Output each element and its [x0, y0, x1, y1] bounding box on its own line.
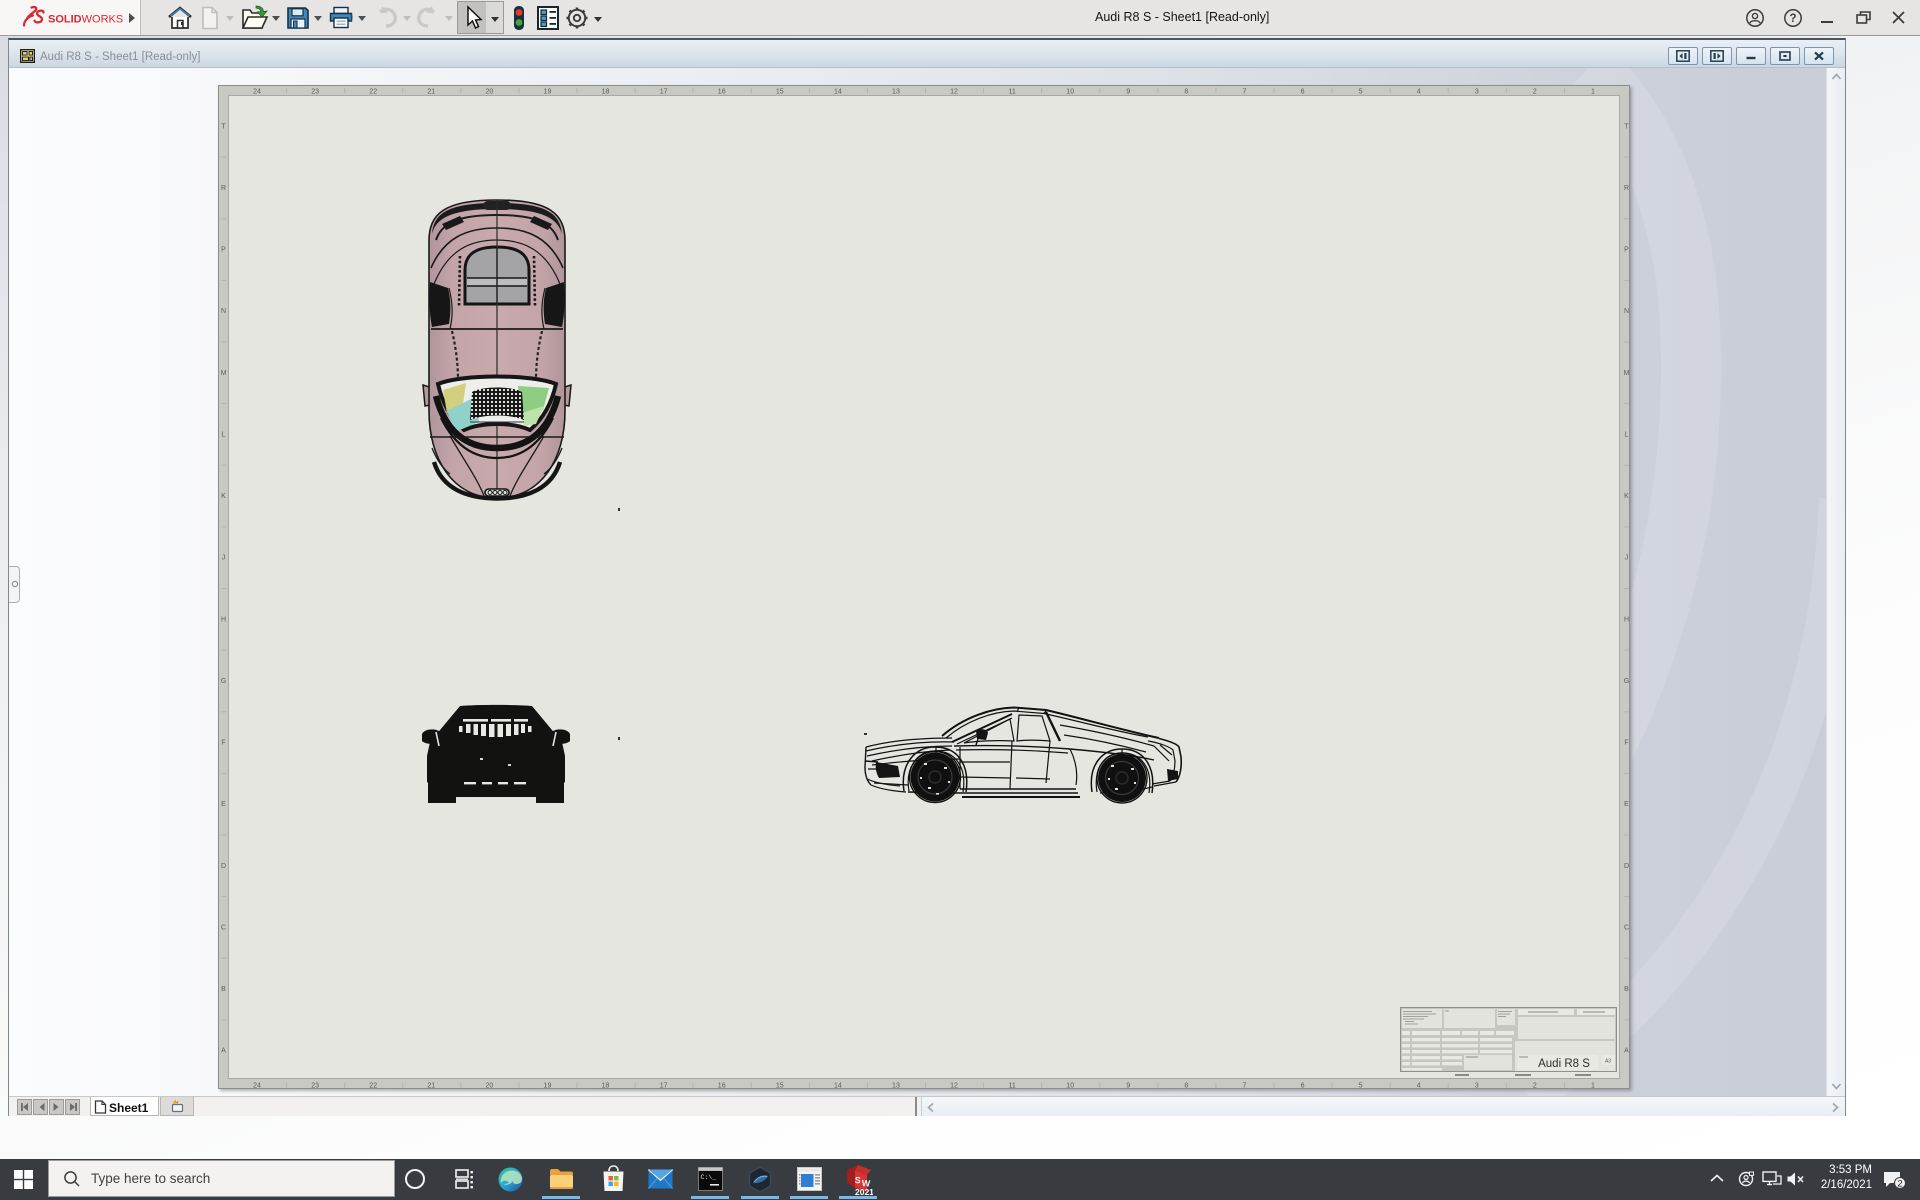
svg-text:C: C — [221, 924, 226, 931]
svg-text:11: 11 — [1008, 89, 1015, 96]
svg-text:M: M — [221, 370, 227, 377]
svg-text:5: 5 — [1359, 89, 1363, 96]
svg-text:?: ? — [1789, 13, 1796, 25]
svg-text:P: P — [1624, 247, 1629, 254]
svg-text:1: 1 — [1591, 89, 1595, 96]
svg-text:L: L — [222, 431, 226, 438]
svg-text:M: M — [1624, 370, 1630, 377]
svg-text:10: 10 — [1066, 1083, 1074, 1090]
svg-text:A: A — [1624, 1048, 1629, 1055]
svg-text:3: 3 — [1475, 1083, 1479, 1090]
svg-text:Audi R8 S: Audi R8 S — [1538, 1058, 1590, 1070]
svg-text:11: 11 — [1008, 1083, 1015, 1090]
svg-text:9: 9 — [1126, 89, 1130, 96]
svg-text:F: F — [221, 740, 225, 747]
svg-text:21: 21 — [427, 1083, 435, 1090]
svg-text:17: 17 — [660, 1083, 668, 1090]
svg-text:7: 7 — [1243, 1083, 1247, 1090]
svg-text:12: 12 — [950, 89, 958, 96]
svg-text:15: 15 — [776, 89, 784, 96]
svg-text:1: 1 — [1591, 1083, 1595, 1090]
svg-text:E: E — [1624, 801, 1629, 808]
svg-text:19: 19 — [544, 89, 552, 96]
svg-text:13: 13 — [892, 1083, 900, 1090]
svg-text:B: B — [1624, 986, 1629, 993]
svg-text:J: J — [1625, 555, 1629, 562]
svg-text:N: N — [1624, 308, 1629, 315]
svg-text:23: 23 — [311, 1083, 319, 1090]
svg-text:21: 21 — [427, 89, 435, 96]
svg-text:S: S — [854, 1175, 861, 1185]
svg-text:2: 2 — [1533, 89, 1537, 96]
svg-text:9: 9 — [1126, 1083, 1130, 1090]
svg-text:4: 4 — [1417, 89, 1421, 96]
svg-text:J: J — [222, 555, 226, 562]
svg-text:2021: 2021 — [855, 1187, 873, 1196]
svg-text:7: 7 — [1243, 89, 1247, 96]
svg-text:5: 5 — [1359, 1083, 1363, 1090]
svg-text:C:\_: C:\_ — [701, 1174, 717, 1181]
svg-text:6: 6 — [1301, 1083, 1305, 1090]
svg-text:N: N — [221, 308, 226, 315]
svg-text:K: K — [221, 493, 226, 500]
svg-text:13: 13 — [892, 89, 900, 96]
svg-text:K: K — [1624, 493, 1629, 500]
svg-text:G: G — [1624, 678, 1629, 685]
svg-text:17: 17 — [660, 89, 668, 96]
svg-text:12: 12 — [950, 1083, 958, 1090]
svg-text:4: 4 — [1417, 1083, 1421, 1090]
svg-text:R: R — [221, 185, 226, 192]
svg-text:D: D — [221, 863, 226, 870]
svg-text:8: 8 — [1184, 1083, 1188, 1090]
svg-text:15: 15 — [776, 1083, 784, 1090]
svg-text:18: 18 — [602, 89, 610, 96]
svg-text:2: 2 — [1533, 1083, 1537, 1090]
svg-text:23: 23 — [311, 89, 319, 96]
svg-text:G: G — [221, 678, 226, 685]
svg-text:E: E — [221, 801, 226, 808]
svg-text:20: 20 — [485, 89, 493, 96]
svg-text:24: 24 — [253, 89, 261, 96]
svg-text:H: H — [1624, 616, 1629, 623]
svg-text:SOLIDWORKS: SOLIDWORKS — [48, 14, 123, 26]
svg-text:D: D — [1624, 863, 1629, 870]
svg-text:2: 2 — [1897, 1179, 1902, 1190]
svg-text:R: R — [1624, 185, 1629, 192]
svg-text:22: 22 — [369, 1083, 377, 1090]
svg-text:T: T — [1624, 123, 1629, 130]
svg-text:P: P — [221, 247, 226, 254]
svg-text:B: B — [221, 986, 226, 993]
svg-text:16: 16 — [718, 89, 726, 96]
svg-text:19: 19 — [544, 1083, 552, 1090]
svg-text:14: 14 — [834, 89, 842, 96]
svg-text:18: 18 — [602, 1083, 610, 1090]
svg-text:20: 20 — [485, 1083, 493, 1090]
svg-text:14: 14 — [834, 1083, 842, 1090]
svg-text:22: 22 — [369, 89, 377, 96]
svg-text:H: H — [221, 616, 226, 623]
svg-text:A: A — [221, 1048, 226, 1055]
svg-text:A3: A3 — [1605, 1059, 1611, 1065]
svg-text:T: T — [221, 123, 226, 130]
svg-text:24: 24 — [253, 1083, 261, 1090]
svg-text:C: C — [1624, 924, 1629, 931]
svg-text:6: 6 — [1301, 89, 1305, 96]
svg-text:3: 3 — [1475, 89, 1479, 96]
svg-text:8: 8 — [1184, 89, 1188, 96]
svg-text:10: 10 — [1066, 89, 1074, 96]
svg-text:16: 16 — [718, 1083, 726, 1090]
svg-text:L: L — [1625, 431, 1629, 438]
svg-text:F: F — [1624, 740, 1628, 747]
